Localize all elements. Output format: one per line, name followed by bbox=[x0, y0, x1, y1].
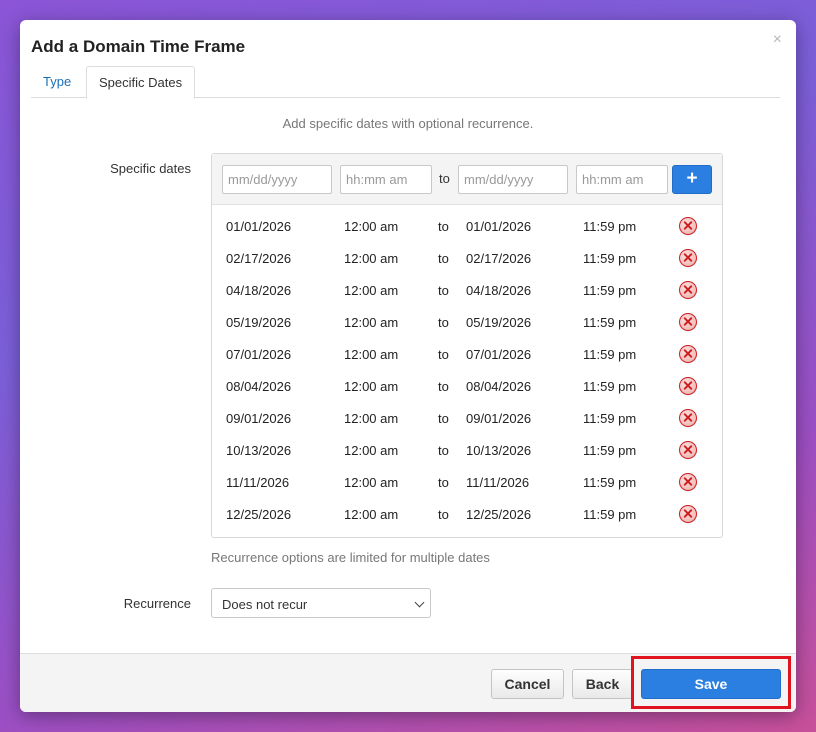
row-end-time: 11:59 pm bbox=[583, 507, 637, 522]
remove-circle-icon[interactable] bbox=[679, 345, 697, 363]
row-to-label: to bbox=[438, 347, 449, 362]
row-to-label: to bbox=[438, 507, 449, 522]
cancel-button[interactable]: Cancel bbox=[491, 669, 564, 699]
date-row: 12/25/2026 12:00 am to 12/25/2026 11:59 … bbox=[212, 498, 722, 530]
date-row: 11/11/2026 12:00 am to 11/11/2026 11:59 … bbox=[212, 466, 722, 498]
remove-circle-icon[interactable] bbox=[679, 409, 697, 427]
remove-circle-icon[interactable] bbox=[679, 377, 697, 395]
dialog-title: Add a Domain Time Frame bbox=[31, 37, 246, 56]
row-start-time: 12:00 am bbox=[344, 475, 399, 490]
row-start-date: 11/11/2026 bbox=[226, 475, 290, 490]
row-end-time: 11:59 pm bbox=[583, 251, 637, 266]
remove-circle-icon[interactable] bbox=[679, 441, 697, 459]
row-start-time: 12:00 am bbox=[344, 315, 399, 330]
close-icon[interactable]: × bbox=[773, 32, 782, 48]
end-date-input[interactable] bbox=[458, 165, 568, 194]
row-start-time: 12:00 am bbox=[344, 347, 399, 362]
row-end-date: 12/25/2026 bbox=[466, 507, 532, 522]
row-start-time: 12:00 am bbox=[344, 379, 399, 394]
row-start-date: 04/18/2026 bbox=[226, 283, 292, 298]
chevron-down-icon bbox=[414, 597, 425, 608]
recurrence-selected-value: Does not recur bbox=[222, 597, 308, 612]
remove-circle-icon[interactable] bbox=[679, 249, 697, 267]
tab-specific-dates[interactable]: Specific Dates bbox=[86, 66, 196, 99]
row-start-date: 10/13/2026 bbox=[226, 443, 292, 458]
tab-type[interactable]: Type bbox=[31, 66, 83, 98]
tab-bar: Type Specific Dates bbox=[31, 66, 780, 99]
start-date-input[interactable] bbox=[222, 165, 332, 194]
row-end-time: 11:59 pm bbox=[583, 347, 637, 362]
row-start-date: 01/01/2026 bbox=[226, 219, 292, 234]
row-to-label: to bbox=[438, 251, 449, 266]
row-end-date: 07/01/2026 bbox=[466, 347, 532, 362]
date-row: 07/01/2026 12:00 am to 07/01/2026 11:59 … bbox=[212, 338, 722, 370]
plus-icon: + bbox=[686, 168, 698, 189]
row-to-label: to bbox=[438, 283, 449, 298]
row-end-time: 11:59 pm bbox=[583, 443, 637, 458]
add-time-frame-dialog: Add a Domain Time Frame × Type Specific … bbox=[20, 20, 796, 712]
tab-description: Add specific dates with optional recurre… bbox=[282, 116, 534, 131]
dialog-footer: Cancel Back Save bbox=[20, 653, 796, 712]
date-row: 08/04/2026 12:00 am to 08/04/2026 11:59 … bbox=[212, 370, 722, 402]
row-to-label: to bbox=[438, 315, 449, 330]
date-row: 05/19/2026 12:00 am to 05/19/2026 11:59 … bbox=[212, 306, 722, 338]
remove-circle-icon[interactable] bbox=[679, 473, 697, 491]
date-list: 01/01/2026 12:00 am to 01/01/2026 11:59 … bbox=[212, 210, 722, 530]
row-end-date: 08/04/2026 bbox=[466, 379, 532, 394]
row-to-label: to bbox=[438, 219, 449, 234]
date-row: 02/17/2026 12:00 am to 02/17/2026 11:59 … bbox=[212, 242, 722, 274]
row-start-time: 12:00 am bbox=[344, 219, 399, 234]
row-to-label: to bbox=[438, 379, 449, 394]
row-start-date: 02/17/2026 bbox=[226, 251, 292, 266]
save-button[interactable]: Save bbox=[641, 669, 781, 699]
row-start-date: 09/01/2026 bbox=[226, 411, 292, 426]
row-end-time: 11:59 pm bbox=[583, 219, 637, 234]
row-end-time: 11:59 pm bbox=[583, 475, 637, 490]
row-start-date: 07/01/2026 bbox=[226, 347, 292, 362]
row-end-time: 11:59 pm bbox=[583, 379, 637, 394]
row-end-date: 01/01/2026 bbox=[466, 219, 532, 234]
row-end-time: 11:59 pm bbox=[583, 315, 637, 330]
recurrence-note: Recurrence options are limited for multi… bbox=[211, 550, 490, 565]
row-end-date: 02/17/2026 bbox=[466, 251, 532, 266]
row-end-date: 10/13/2026 bbox=[466, 443, 532, 458]
row-end-time: 11:59 pm bbox=[583, 411, 637, 426]
row-end-date: 04/18/2026 bbox=[466, 283, 532, 298]
row-end-date: 09/01/2026 bbox=[466, 411, 532, 426]
recurrence-select[interactable]: Does not recur bbox=[211, 588, 431, 618]
add-date-button[interactable]: + bbox=[672, 165, 712, 194]
specific-dates-panel: to + 01/01/2026 12:00 am to 01/01/2026 1… bbox=[211, 153, 723, 538]
row-start-time: 12:00 am bbox=[344, 507, 399, 522]
specific-dates-label: Specific dates bbox=[110, 161, 191, 176]
remove-circle-icon[interactable] bbox=[679, 281, 697, 299]
row-start-time: 12:00 am bbox=[344, 283, 399, 298]
start-time-input[interactable] bbox=[340, 165, 432, 194]
date-entry-row: to + bbox=[212, 154, 722, 205]
remove-circle-icon[interactable] bbox=[679, 217, 697, 235]
date-row: 01/01/2026 12:00 am to 01/01/2026 11:59 … bbox=[212, 210, 722, 242]
row-end-time: 11:59 pm bbox=[583, 283, 637, 298]
date-row: 09/01/2026 12:00 am to 09/01/2026 11:59 … bbox=[212, 402, 722, 434]
row-to-label: to bbox=[438, 443, 449, 458]
remove-circle-icon[interactable] bbox=[679, 505, 697, 523]
row-start-date: 12/25/2026 bbox=[226, 507, 292, 522]
end-time-input[interactable] bbox=[576, 165, 668, 194]
remove-circle-icon[interactable] bbox=[679, 313, 697, 331]
row-start-time: 12:00 am bbox=[344, 411, 399, 426]
date-row: 10/13/2026 12:00 am to 10/13/2026 11:59 … bbox=[212, 434, 722, 466]
row-to-label: to bbox=[438, 411, 449, 426]
entry-to-label: to bbox=[439, 171, 450, 186]
date-row: 04/18/2026 12:00 am to 04/18/2026 11:59 … bbox=[212, 274, 722, 306]
row-start-time: 12:00 am bbox=[344, 443, 399, 458]
row-start-date: 05/19/2026 bbox=[226, 315, 292, 330]
row-start-date: 08/04/2026 bbox=[226, 379, 292, 394]
row-to-label: to bbox=[438, 475, 449, 490]
recurrence-label: Recurrence bbox=[123, 596, 191, 611]
row-end-date: 11/11/2026 bbox=[466, 475, 530, 490]
row-end-date: 05/19/2026 bbox=[466, 315, 532, 330]
back-button[interactable]: Back bbox=[572, 669, 633, 699]
row-start-time: 12:00 am bbox=[344, 251, 399, 266]
